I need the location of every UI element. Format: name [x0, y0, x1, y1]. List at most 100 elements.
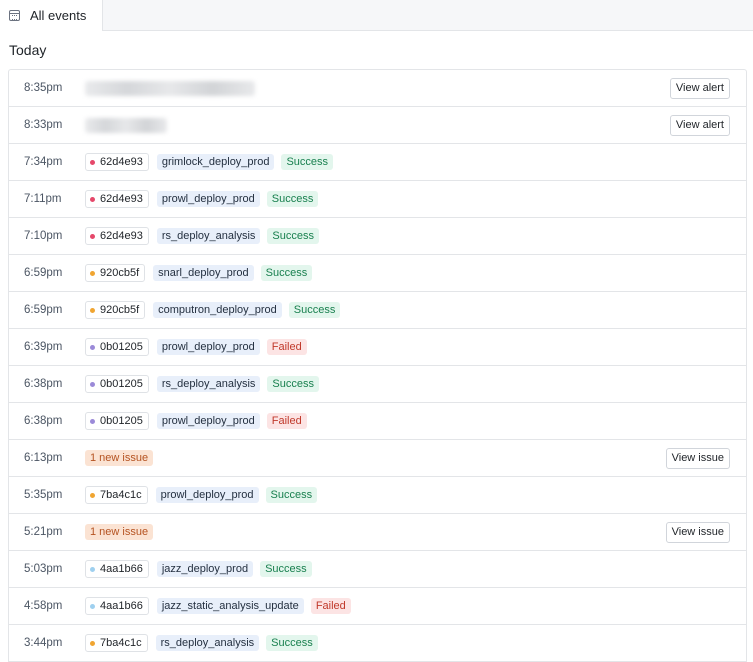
event-row: 3:44pm 7ba4c1c rs_deploy_analysis Success — [9, 625, 746, 662]
event-content: 1 new issue — [85, 440, 154, 476]
commit-sha-badge[interactable]: 62d4e93 — [85, 190, 149, 208]
commit-sha-badge[interactable]: 4aa1b66 — [85, 560, 149, 578]
event-time: 6:13pm — [24, 452, 63, 464]
event-row: 7:11pm 62d4e93 prowl_deploy_prod Success — [9, 181, 746, 218]
event-row: 6:59pm 920cb5f computron_deploy_prod Succes… — [9, 292, 746, 329]
event-time: 4:58pm — [24, 600, 63, 612]
commit-dot-icon — [90, 492, 95, 498]
event-content: 920cb5f snarl_deploy_prod Success — [85, 255, 313, 291]
status-badge: Failed — [310, 598, 351, 614]
event-time: 6:38pm — [24, 415, 63, 427]
tab-label: All events — [30, 8, 87, 23]
event-row: 5:21pm 1 new issue View issue — [9, 514, 746, 551]
view-issue-button[interactable]: View issue — [665, 521, 730, 543]
event-content — [85, 70, 255, 106]
event-time: 8:35pm — [24, 82, 63, 94]
event-row: 5:35pm 7ba4c1c prowl_deploy_prod Success — [9, 477, 746, 514]
commit-dot-icon — [90, 566, 95, 572]
event-row: 6:39pm 0b01205 prowl_deploy_prod Failed — [9, 329, 746, 366]
view-issue-button[interactable]: View issue — [665, 447, 730, 469]
pipeline-badge[interactable]: grimlock_deploy_prod — [156, 154, 275, 170]
commit-sha-label: 7ba4c1c — [100, 489, 142, 501]
event-content: 4aa1b66 jazz_static_analysis_update Failed — [85, 588, 351, 624]
event-time: 6:59pm — [24, 304, 63, 316]
commit-sha-badge[interactable]: 7ba4c1c — [85, 634, 148, 652]
pipeline-badge[interactable]: computron_deploy_prod — [153, 302, 282, 318]
commit-sha-badge[interactable]: 920cb5f — [85, 301, 146, 319]
commit-sha-label: 62d4e93 — [100, 156, 143, 168]
commit-sha-badge[interactable]: 0b01205 — [85, 375, 149, 393]
view-alert-button[interactable]: View alert — [669, 77, 730, 99]
event-content: 0b01205 prowl_deploy_prod Failed — [85, 403, 307, 439]
commit-sha-label: 920cb5f — [100, 267, 140, 279]
pipeline-badge[interactable]: prowl_deploy_prod — [155, 487, 259, 503]
commit-sha-label: 0b01205 — [100, 415, 143, 427]
commit-sha-label: 0b01205 — [100, 378, 143, 390]
commit-sha-label: 4aa1b66 — [100, 563, 143, 575]
event-content: 4aa1b66 jazz_deploy_prod Success — [85, 551, 312, 587]
event-row: 4:58pm 4aa1b66 jazz_static_analysis_update… — [9, 588, 746, 625]
event-content: 62d4e93 rs_deploy_analysis Success — [85, 218, 319, 254]
status-badge: Success — [265, 487, 318, 503]
event-list: 8:35pm View alert 8:33pm View alert 7:34pm 62… — [8, 69, 747, 662]
pipeline-badge[interactable]: rs_deploy_analysis — [156, 376, 261, 392]
commit-dot-icon — [90, 159, 95, 165]
calendar-icon — [9, 10, 20, 21]
event-row: 8:35pm View alert — [9, 70, 746, 107]
commit-dot-icon — [90, 418, 95, 424]
commit-sha-badge[interactable]: 62d4e93 — [85, 227, 149, 245]
status-badge: Failed — [266, 413, 307, 429]
commit-dot-icon — [90, 381, 95, 387]
event-time: 7:11pm — [24, 193, 62, 205]
status-badge: Success — [288, 302, 341, 318]
event-time: 5:35pm — [24, 489, 63, 501]
pipeline-badge[interactable]: prowl_deploy_prod — [156, 413, 260, 429]
view-alert-button[interactable]: View alert — [669, 114, 730, 136]
commit-dot-icon — [90, 603, 95, 609]
event-time: 6:38pm — [24, 378, 63, 390]
event-content: 7ba4c1c prowl_deploy_prod Success — [85, 477, 318, 513]
event-time: 5:03pm — [24, 563, 63, 575]
commit-dot-icon — [90, 233, 95, 239]
new-issue-badge: 1 new issue — [85, 450, 154, 466]
pipeline-badge[interactable]: rs_deploy_analysis — [156, 228, 261, 244]
pipeline-badge[interactable]: prowl_deploy_prod — [156, 339, 260, 355]
event-time: 8:33pm — [24, 119, 63, 131]
event-row: 7:10pm 62d4e93 rs_deploy_analysis Success — [9, 218, 746, 255]
commit-dot-icon — [90, 270, 95, 276]
status-badge: Success — [267, 228, 319, 244]
event-content: 62d4e93 grimlock_deploy_prod Success — [85, 144, 334, 180]
event-content: 0b01205 prowl_deploy_prod Failed — [85, 329, 307, 365]
event-row: 7:34pm 62d4e93 grimlock_deploy_prod Success — [9, 144, 746, 181]
event-content: 0b01205 rs_deploy_analysis Success — [85, 366, 319, 402]
commit-sha-badge[interactable]: 0b01205 — [85, 338, 149, 356]
commit-sha-badge[interactable]: 0b01205 — [85, 412, 149, 430]
event-time: 7:34pm — [24, 156, 63, 168]
event-time: 3:44pm — [24, 637, 63, 649]
event-row: 6:59pm 920cb5f snarl_deploy_prod Success — [9, 255, 746, 292]
status-badge: Success — [267, 376, 319, 392]
commit-sha-label: 62d4e93 — [100, 193, 143, 205]
status-badge: Success — [266, 635, 318, 651]
status-badge: Success — [260, 561, 312, 577]
event-content: 1 new issue — [85, 514, 154, 550]
commit-sha-badge[interactable]: 920cb5f — [85, 264, 146, 282]
pipeline-badge[interactable]: jazz_static_analysis_update — [156, 598, 304, 614]
status-badge: Success — [266, 191, 319, 207]
commit-dot-icon — [90, 196, 95, 202]
event-time: 7:10pm — [24, 230, 63, 242]
tab-bar: All events — [0, 0, 753, 31]
redacted-alert-text — [85, 80, 255, 96]
commit-sha-badge[interactable]: 7ba4c1c — [85, 486, 148, 504]
pipeline-badge[interactable]: snarl_deploy_prod — [153, 265, 254, 281]
event-content: 62d4e93 prowl_deploy_prod Success — [85, 181, 319, 217]
pipeline-badge[interactable]: prowl_deploy_prod — [156, 191, 260, 207]
pipeline-badge[interactable]: rs_deploy_analysis — [155, 635, 260, 651]
commit-sha-badge[interactable]: 62d4e93 — [85, 153, 149, 171]
redacted-alert-text — [85, 117, 167, 133]
event-row: 8:33pm View alert — [9, 107, 746, 144]
pipeline-badge[interactable]: jazz_deploy_prod — [156, 561, 254, 577]
commit-sha-badge[interactable]: 4aa1b66 — [85, 597, 149, 615]
tab-all-events[interactable]: All events — [0, 0, 103, 31]
event-row: 6:38pm 0b01205 rs_deploy_analysis Success — [9, 366, 746, 403]
